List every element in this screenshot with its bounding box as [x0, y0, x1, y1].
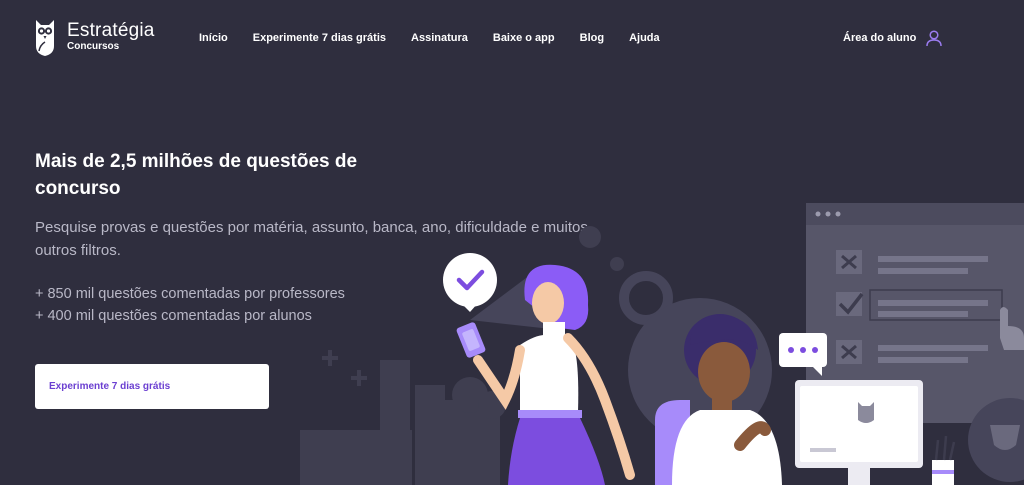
chat-bubble — [779, 333, 827, 376]
nav-experimente[interactable]: Experimente 7 dias grátis — [253, 32, 386, 44]
check-bubble — [443, 253, 497, 312]
hero-illustration — [300, 203, 1024, 485]
nav-baixe-app[interactable]: Baixe o app — [493, 32, 555, 44]
user-icon — [926, 30, 943, 47]
student-area-label: Área do aluno — [843, 32, 917, 44]
top-navigation: Estratégia Concursos Início Experimente … — [0, 0, 1024, 76]
owl-logo-icon — [36, 20, 54, 56]
nav-assinatura[interactable]: Assinatura — [411, 32, 468, 44]
hero-stats: + 850 mil questões comentadas por profes… — [35, 283, 345, 327]
student-area-link[interactable]: Área do aluno — [843, 29, 943, 47]
brand-name: Estratégia — [67, 19, 155, 41]
brand-subtitle: Concursos — [67, 40, 120, 52]
nav-ajuda[interactable]: Ajuda — [629, 32, 660, 44]
monitor — [795, 380, 923, 485]
stat-professores: + 850 mil questões comentadas por profes… — [35, 286, 345, 302]
nav-blog[interactable]: Blog — [580, 32, 604, 44]
nav-inicio[interactable]: Início — [199, 32, 228, 44]
main-menu: Início Experimente 7 dias grátis Assinat… — [199, 32, 685, 44]
brand-logo[interactable]: Estratégia Concursos — [34, 16, 155, 56]
stat-alunos: + 400 mil questões comentadas por alunos — [35, 308, 312, 324]
trial-cta-button[interactable]: Experimente 7 dias grátis — [35, 364, 269, 409]
